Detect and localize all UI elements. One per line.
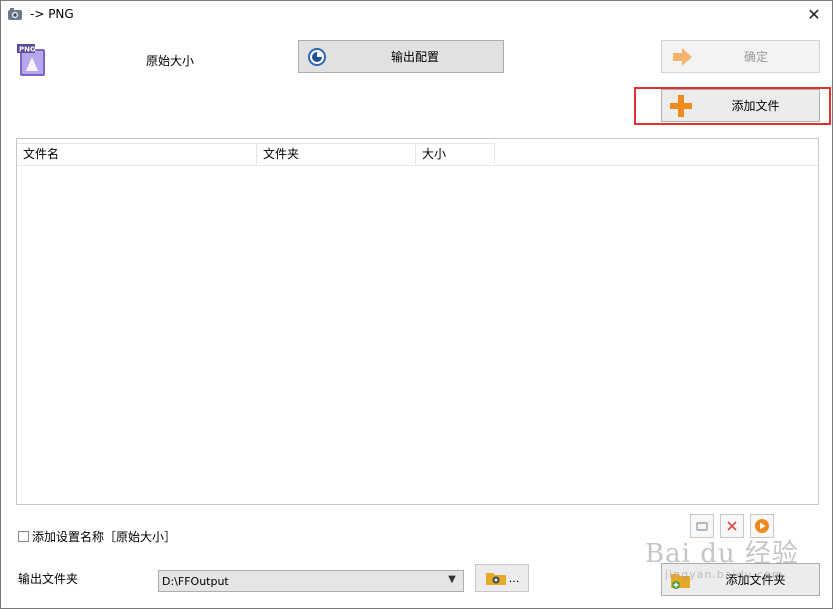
file-list[interactable]: 文件名 文件夹 大小	[16, 138, 819, 505]
column-size[interactable]: 大小	[416, 143, 495, 164]
plus-icon	[670, 94, 692, 117]
png-file-icon: PNG	[17, 43, 47, 77]
play-icon	[754, 518, 770, 534]
column-folder[interactable]: 文件夹	[257, 143, 416, 164]
remove-button[interactable]	[720, 514, 744, 538]
add-setting-name-checkbox[interactable]	[18, 531, 29, 542]
play-button[interactable]	[750, 514, 774, 538]
add-setting-name-option[interactable]: 添加设置名称［原始大小］	[18, 528, 176, 545]
add-file-button[interactable]: 添加文件	[661, 89, 820, 122]
output-folder-select[interactable]: D:\FFOutput ▼	[158, 570, 464, 592]
delete-icon	[725, 519, 739, 533]
output-folder-label: 输出文件夹	[18, 572, 79, 586]
chevron-down-icon[interactable]: ▼	[445, 574, 459, 585]
add-file-label: 添加文件	[731, 99, 780, 113]
close-button[interactable]: ✕	[800, 4, 828, 26]
file-list-header: 文件名 文件夹 大小	[17, 139, 818, 166]
title-bar	[1, 1, 832, 29]
list-action-group	[690, 514, 774, 538]
output-config-label: 输出配置	[390, 50, 439, 64]
browse-folder-button[interactable]: ...	[475, 564, 529, 592]
add-setting-name-label: 添加设置名称［原始大小］	[32, 530, 177, 544]
window-title: -> PNG	[30, 7, 74, 21]
add-folder-label: 添加文件夹	[725, 573, 786, 587]
svg-text:PNG: PNG	[19, 46, 36, 54]
gear-icon	[307, 47, 327, 67]
column-filename[interactable]: 文件名	[17, 143, 257, 164]
output-config-button[interactable]: 输出配置	[298, 40, 504, 73]
clear-list-button[interactable]	[690, 514, 714, 538]
preset-label: 原始大小	[146, 54, 195, 68]
ok-button[interactable]: 确定	[661, 40, 820, 73]
add-folder-button[interactable]: 添加文件夹	[661, 563, 820, 596]
eraser-icon	[695, 519, 709, 533]
output-folder-value: D:\FFOutput	[162, 574, 229, 588]
add-folder-icon	[670, 570, 692, 590]
ok-label: 确定	[743, 50, 768, 64]
arrow-right-icon	[671, 47, 693, 67]
format-factory-icon	[7, 7, 23, 21]
folder-camera-icon	[485, 570, 507, 586]
browse-ellipsis: ...	[508, 571, 520, 585]
